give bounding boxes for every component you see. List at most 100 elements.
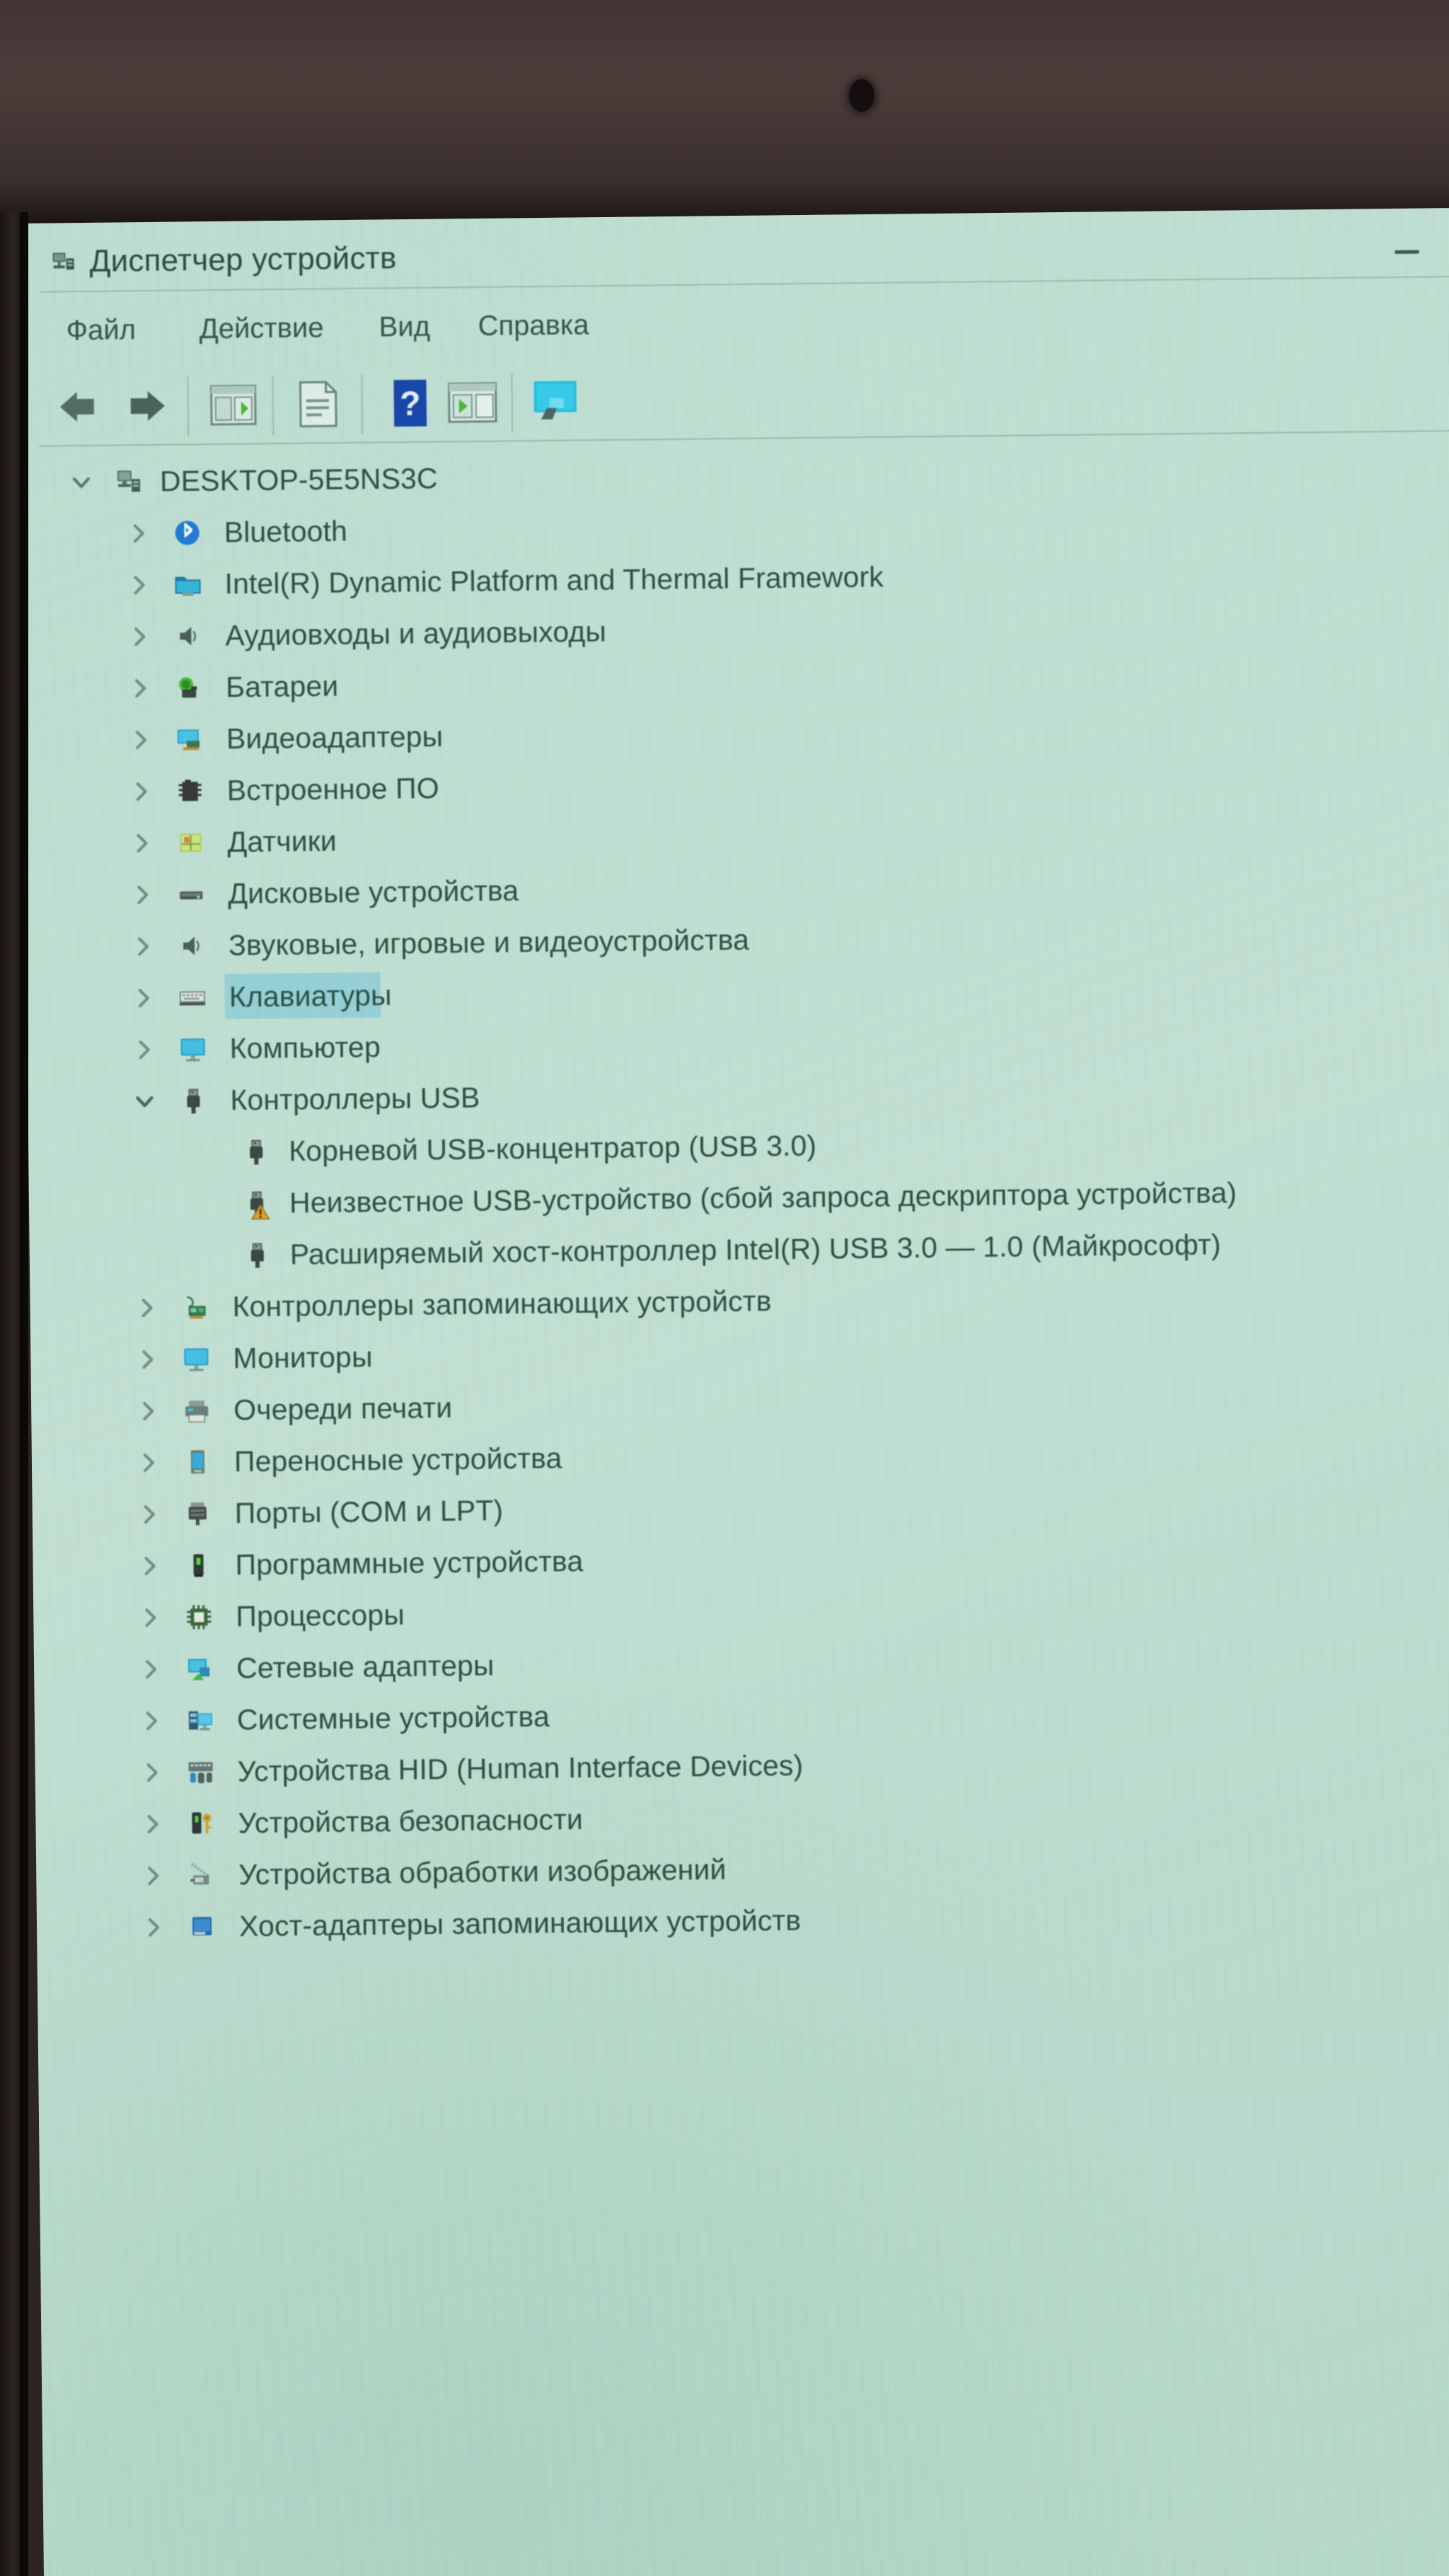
tree-item-label: Очереди печати [233,1391,453,1426]
chevron-right-icon[interactable] [136,1398,160,1422]
monitor-icon [177,1033,208,1064]
minimize-button[interactable] [1373,215,1441,262]
menu-item-view[interactable]: Вид [379,311,430,344]
toolbar-divider [272,376,275,436]
chevron-right-icon[interactable] [140,1811,164,1835]
device-tree: DESKTOP-5E5NS3C Bluetooth Intel(R) Dynami… [21,441,1449,1954]
bluetooth-icon [172,517,203,548]
chevron-right-icon[interactable] [138,1605,162,1629]
tree-item-label: Программные устройства [235,1544,584,1581]
chevron-right-icon[interactable] [129,727,153,751]
tree-item-label: Клавиатуры [229,978,392,1013]
network-adapter-icon [184,1653,215,1684]
chevron-right-icon[interactable] [137,1502,161,1526]
port-icon [183,1498,214,1529]
tree-item-label: Хост-адаптеры запоминающих устройств [238,1903,802,1942]
chevron-right-icon[interactable] [137,1450,161,1474]
chevron-down-icon[interactable] [69,470,93,494]
menu-item-action[interactable]: Действие [199,312,323,345]
toolbar-divider [511,373,514,433]
laptop-bezel-top [0,0,1449,233]
tree-item-label: Bluetooth [224,514,348,548]
tree-item-label: Контроллеры USB [230,1081,480,1116]
monitor-icon [180,1343,212,1374]
hid-icon [185,1756,216,1787]
window-title: Диспетчер устройств [89,240,397,279]
update-driver-icon[interactable] [290,376,346,432]
battery-icon [173,672,204,703]
security-device-icon [185,1808,217,1839]
disk-drive-icon [175,878,207,910]
chevron-right-icon[interactable] [134,1295,158,1319]
chevron-right-icon[interactable] [127,624,151,648]
tree-item-label: Процессоры [236,1598,405,1632]
folder-device-icon [172,569,203,600]
tree-item-label: Расширяемый хост-контроллер Intel(R) USB… [289,1227,1221,1270]
laptop-screen: Диспетчер устройств Файл Действие Вид Сп… [18,207,1449,2576]
processor-icon [183,1601,214,1632]
chevron-right-icon[interactable] [137,1553,161,1577]
tree-item-label: Системные устройства [236,1700,550,1736]
chevron-right-icon[interactable] [127,521,151,545]
imaging-device-icon [186,1860,217,1891]
usb-icon [178,1085,209,1116]
chevron-right-icon[interactable] [139,1708,163,1732]
webcam-icon [849,79,874,112]
chevron-right-icon[interactable] [130,882,154,906]
chevron-right-icon[interactable] [129,830,154,854]
chevron-right-icon[interactable] [131,934,155,958]
tree-item-label: Контроллеры запоминающих устройств [232,1284,772,1323]
tree-item-label: Переносные устройства [233,1441,562,1478]
tree-item-label: Intel(R) Dynamic Platform and Thermal Fr… [224,559,884,600]
firmware-chip-icon [174,775,205,806]
tree-item-label: Мониторы [233,1340,373,1374]
tree-item-label: Устройства HID (Human Interface Devices) [237,1748,804,1787]
chevron-right-icon[interactable] [132,985,156,1009]
chevron-right-icon[interactable] [135,1347,159,1371]
tree-item-label: Порты (COM и LPT) [234,1493,504,1529]
speaker-icon [173,620,204,651]
laptop-bezel-left-inner [20,212,28,2576]
host-adapter-icon [187,1911,218,1942]
chevron-right-icon[interactable] [141,1863,165,1887]
computer-root-icon [113,466,144,497]
chevron-right-icon[interactable] [127,573,151,597]
portable-device-icon [182,1446,213,1478]
sensor-icon [175,827,206,858]
keyboard-icon [177,982,208,1013]
chevron-down-icon[interactable] [132,1089,156,1113]
usb-icon [241,1136,272,1167]
chevron-right-icon[interactable] [142,1915,166,1939]
help-icon[interactable]: ? [382,376,438,431]
properties-icon[interactable] [205,377,261,433]
chevron-right-icon[interactable] [129,779,154,803]
svg-text:?: ? [400,385,421,423]
tree-item-label: Компьютер [229,1030,381,1064]
tree-item-label: Устройства безопасности [238,1802,584,1839]
forward-arrow-icon[interactable] [119,378,175,434]
tree-item-label: Батареи [225,669,339,703]
tree-root-label: DESKTOP-5E5NS3C [159,461,438,497]
menu-item-file[interactable]: Файл [66,314,136,347]
scan-hardware-icon[interactable] [444,375,500,431]
chevron-right-icon[interactable] [128,675,152,700]
chevron-right-icon[interactable] [139,1657,163,1681]
menu-item-help[interactable]: Справка [478,309,589,342]
tree-item-label: Дисковые устройства [228,874,519,910]
chevron-right-icon[interactable] [140,1760,164,1784]
toolbar-divider [361,374,364,434]
usb-icon [242,1239,273,1270]
device-manager-icon [50,248,78,277]
tree-item-label: Сетевые адаптеры [236,1648,495,1684]
tree-item-label: Корневой USB-концентратор (USB 3.0) [288,1128,817,1167]
show-hidden-devices-icon[interactable] [528,373,584,429]
tree-item-label: Датчики [227,824,337,858]
toolbar-divider [187,376,190,436]
back-arrow-icon[interactable] [50,379,105,435]
tree-item-label: Аудиовходы и аудиовыходы [225,615,607,651]
chevron-right-icon[interactable] [132,1037,156,1061]
tree-item-label: Встроенное ПО [226,771,439,806]
tree-item-label: Устройства обработки изображений [238,1852,727,1891]
software-device-icon [183,1550,214,1581]
usb-icon [241,1188,272,1219]
